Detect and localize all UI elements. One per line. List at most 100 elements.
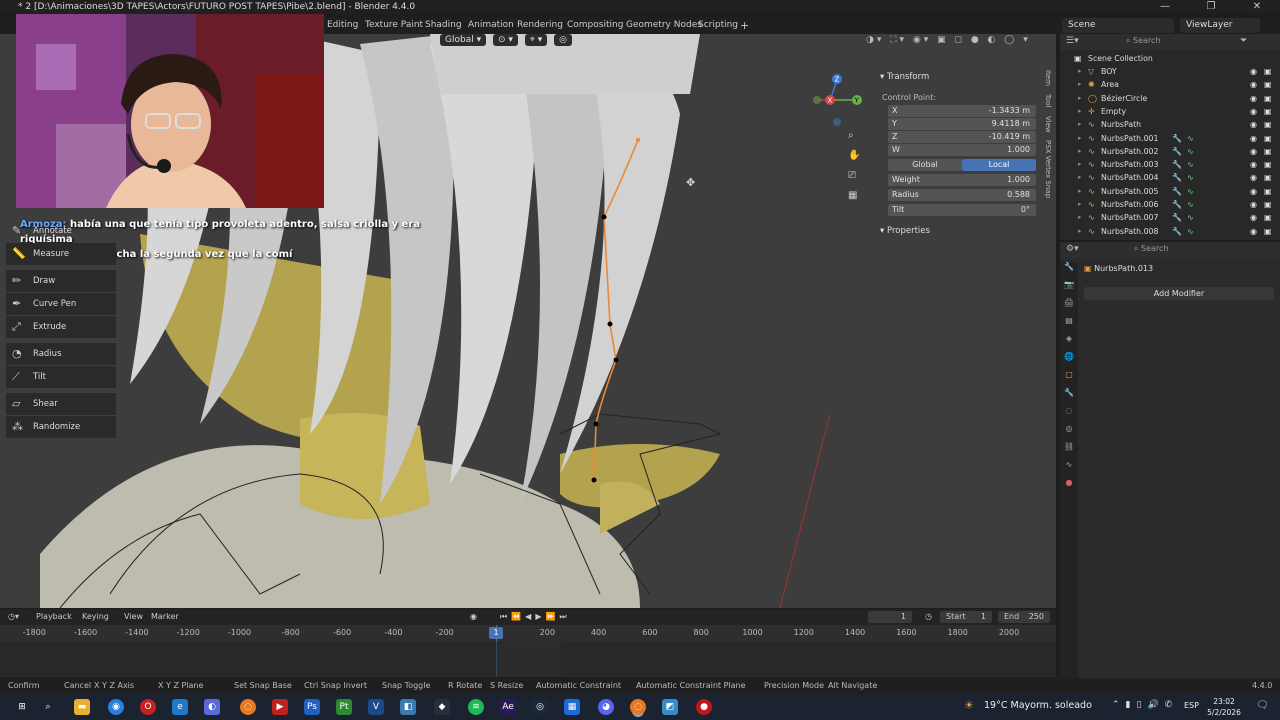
object-name-field[interactable]: ▣ NurbsPath.013 <box>1084 262 1274 276</box>
outliner-editor-icon[interactable]: ☰▾ <box>1066 36 1079 46</box>
curve-data-icon[interactable]: ∿ <box>1187 225 1194 238</box>
viewlayer-selector[interactable]: ViewLayer <box>1180 18 1260 33</box>
curve-data-icon[interactable]: ∿ <box>1187 132 1194 145</box>
camera-view-icon[interactable]: ⎚ <box>848 170 864 190</box>
language-indicator[interactable]: ESP <box>1184 701 1199 710</box>
navigation-gizmo[interactable]: Z Y X <box>808 72 868 132</box>
physics-tab-icon[interactable]: ◎ <box>1060 424 1078 442</box>
expand-arrow-icon[interactable]: ▸ <box>1078 118 1082 131</box>
tab-texture-paint[interactable]: Texture Paint <box>365 17 423 34</box>
tab-scripting[interactable]: Scripting <box>698 17 738 34</box>
chrome-icon[interactable]: ◉ <box>108 699 124 715</box>
outliner-item-label[interactable]: NurbsPath.004 <box>1101 171 1158 184</box>
curve-data-icon[interactable]: ∿ <box>1187 145 1194 158</box>
notifications-icon[interactable]: 🗨 <box>1256 700 1269 711</box>
pycharm-icon[interactable]: Pt <box>336 699 352 715</box>
visibility-eye-icon[interactable]: ◉ <box>1250 185 1257 198</box>
expand-arrow-icon[interactable]: ▸ <box>1078 198 1082 211</box>
sidebar-tab-view[interactable]: View <box>1044 116 1052 133</box>
modifier-icon[interactable]: 🔧 <box>1172 145 1182 158</box>
control-point-y-field[interactable]: Y 9.4118 m <box>888 118 1036 130</box>
zoom-icon[interactable]: ⌕ <box>848 130 864 150</box>
pan-hand-icon[interactable]: ✋ <box>848 150 864 170</box>
expand-arrow-icon[interactable]: ▸ <box>1078 92 1082 105</box>
visibility-eye-icon[interactable]: ◉ <box>1250 158 1257 171</box>
render-camera-icon[interactable]: ▣ <box>1264 78 1272 91</box>
timeline-ruler[interactable]: -1800 -1600 -1400 -1200 -1000 -800 -600 -400 -20… <box>0 625 1056 641</box>
render-camera-icon[interactable]: ▣ <box>1264 225 1272 238</box>
expand-arrow-icon[interactable]: ▸ <box>1078 145 1082 158</box>
taskbar-clock[interactable]: 23:02 5/2/2026 <box>1204 696 1244 718</box>
constraints-tab-icon[interactable]: ⛓ <box>1060 442 1078 460</box>
radius-field[interactable]: Radius 0.588 <box>888 189 1036 201</box>
outliner-item-label[interactable]: NurbsPath.005 <box>1101 185 1158 198</box>
tool-tilt[interactable]: ⟋ Tilt <box>6 366 116 388</box>
properties-panel-header[interactable]: ▾ Properties <box>880 226 930 236</box>
search-icon[interactable]: ⌕ <box>40 699 56 715</box>
outliner-item-label[interactable]: NurbsPath.002 <box>1101 145 1158 158</box>
tab-animation[interactable]: Animation <box>468 17 514 34</box>
outliner-item-label[interactable]: BOY <box>1101 65 1117 78</box>
tab-geometry-nodes[interactable]: Geometry Nodes <box>626 17 702 34</box>
output-tab-icon[interactable]: 🖨 <box>1060 298 1078 316</box>
playback-menu[interactable]: Playback <box>36 609 72 625</box>
tool-extrude[interactable]: ⤢ Extrude <box>6 316 116 338</box>
modifier-tab-icon[interactable]: 🔧 <box>1060 388 1078 406</box>
outliner-row[interactable]: ▸ ∿ NurbsPath.004 🔧 ∿ ◉ ▣ <box>1060 171 1280 184</box>
render-camera-icon[interactable]: ▣ <box>1264 145 1272 158</box>
autokey-icon[interactable]: ◉ <box>470 609 477 625</box>
curve-data-icon[interactable]: ∿ <box>1187 211 1194 224</box>
outliner-item-label[interactable]: NurbsPath.006 <box>1101 198 1158 211</box>
view-layer-tab-icon[interactable]: ▤ <box>1060 316 1078 334</box>
render-camera-icon[interactable]: ▣ <box>1264 211 1272 224</box>
pivot-icon[interactable]: ⊙ ▾ <box>492 34 518 46</box>
outliner-row[interactable]: ▸ ∿ NurbsPath.008 🔧 ∿ ◉ ▣ <box>1060 225 1280 238</box>
video-app-icon[interactable]: ▶ <box>272 699 288 715</box>
outliner-row[interactable]: ▸ ∿ NurbsPath.002 🔧 ∿ ◉ ▣ <box>1060 145 1280 158</box>
render-camera-icon[interactable]: ▣ <box>1264 65 1272 78</box>
weather-text[interactable]: 19°C Mayorm. soleado <box>984 700 1092 711</box>
render-camera-icon[interactable]: ▣ <box>1264 185 1272 198</box>
properties-search-input[interactable]: ⌕ Search <box>1134 244 1169 254</box>
file-explorer-icon[interactable]: ▬ <box>74 699 90 715</box>
expand-arrow-icon[interactable]: ▸ <box>1078 65 1082 78</box>
keying-menu[interactable]: Keying <box>82 609 109 625</box>
expand-arrow-icon[interactable]: ▸ <box>1078 171 1082 184</box>
modifier-icon[interactable]: 🔧 <box>1172 132 1182 145</box>
outliner-item-label[interactable]: Area <box>1101 78 1119 91</box>
outliner-row[interactable]: ▸ ◯ BézierCircle ◉ ▣ <box>1060 92 1280 105</box>
tool-annotate[interactable]: ✎ Annotate <box>6 220 116 242</box>
discord-icon[interactable]: ◕ <box>598 699 614 715</box>
tool-radius[interactable]: ◔ Radius <box>6 343 116 365</box>
filter-icon[interactable]: ⏷ <box>1240 36 1247 46</box>
control-point-w-field[interactable]: W 1.000 <box>888 144 1036 156</box>
outliner-item-label[interactable]: NurbsPath.001 <box>1101 132 1158 145</box>
outliner-row[interactable]: ▸ ∿ NurbsPath ◉ ▣ <box>1060 118 1280 131</box>
visibility-eye-icon[interactable]: ◉ <box>1250 65 1257 78</box>
expand-arrow-icon[interactable]: ▸ <box>1078 158 1082 171</box>
outliner-row[interactable]: ▸ ∿ NurbsPath.006 🔧 ∿ ◉ ▣ <box>1060 198 1280 211</box>
render-camera-icon[interactable]: ▣ <box>1264 158 1272 171</box>
expand-arrow-icon[interactable]: ▸ <box>1078 78 1082 91</box>
render-camera-icon[interactable]: ▣ <box>1264 132 1272 145</box>
render-camera-icon[interactable]: ▣ <box>1264 105 1272 118</box>
app-icon-1[interactable]: ◐ <box>204 699 220 715</box>
outliner-scene-collection[interactable]: ▣ Scene Collection <box>1060 52 1280 65</box>
outliner-row[interactable]: ▸ ∿ NurbsPath.003 🔧 ∿ ◉ ▣ <box>1060 158 1280 171</box>
visibility-eye-icon[interactable]: ◉ <box>1250 118 1257 131</box>
blender-taskbar-icon[interactable]: ◌ <box>240 699 256 715</box>
add-workspace-button[interactable]: + <box>740 17 749 34</box>
tool-randomize[interactable]: ⁂ Randomize <box>6 416 116 438</box>
tab-rendering[interactable]: Rendering <box>517 17 563 34</box>
expand-arrow-icon[interactable]: ▸ <box>1078 132 1082 145</box>
curve-data-icon[interactable]: ∿ <box>1187 198 1194 211</box>
modifier-icon[interactable]: 🔧 <box>1172 158 1182 171</box>
windows-start-icon[interactable]: ⊞ <box>14 699 30 715</box>
add-modifier-button[interactable]: Add Modifier <box>1084 287 1274 300</box>
render-camera-icon[interactable]: ▣ <box>1264 171 1272 184</box>
steam-icon[interactable]: ◎ <box>532 699 548 715</box>
outliner-row[interactable]: ▸ ∿ NurbsPath.005 🔧 ∿ ◉ ▣ <box>1060 185 1280 198</box>
sidebar-tab-psx-vertex-snap[interactable]: PSX Vertex Snap <box>1044 140 1052 198</box>
modifier-icon[interactable]: 🔧 <box>1172 225 1182 238</box>
app-icon-2[interactable]: ◧ <box>400 699 416 715</box>
